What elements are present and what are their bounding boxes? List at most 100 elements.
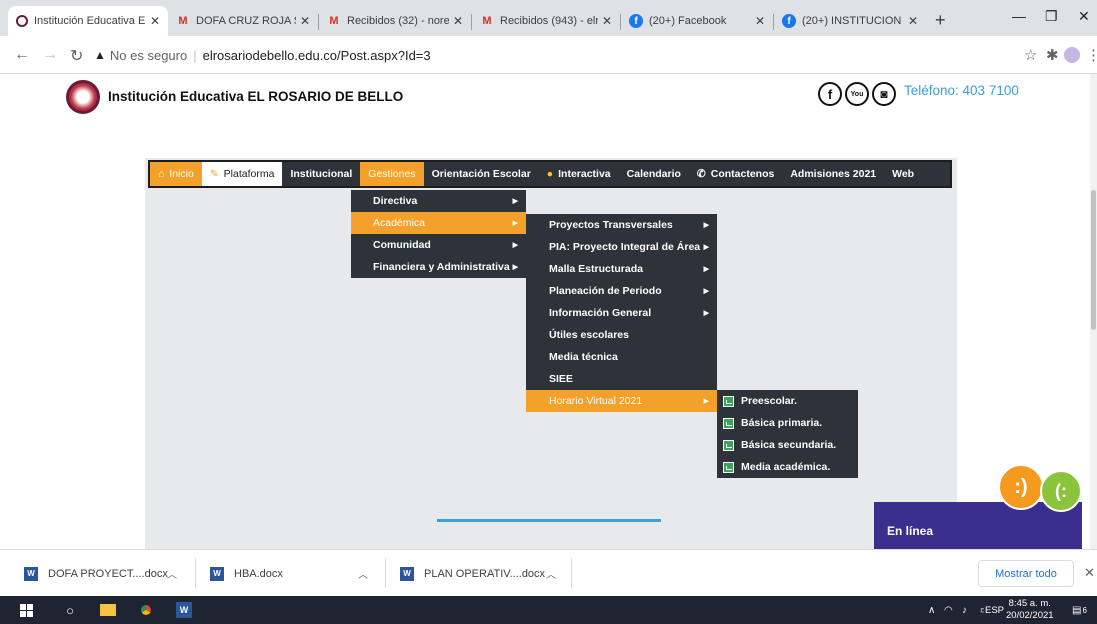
menu-item-comunidad[interactable]: Comunidad ▶	[351, 234, 526, 256]
search-circle-icon[interactable]: ○	[58, 596, 82, 624]
site-icon	[16, 15, 28, 27]
close-icon[interactable]: ✕	[150, 14, 160, 28]
file-explorer-icon[interactable]	[96, 596, 120, 624]
bookmark-star-icon[interactable]: ☆	[1024, 46, 1037, 64]
menu-label: Financiera y Administrativa	[373, 261, 510, 273]
tray-chevron-icon[interactable]: ∧	[928, 596, 935, 624]
nav-label: Inicio	[169, 168, 194, 180]
notification-count: 6	[1082, 605, 1087, 615]
arrow-right-icon: ▶	[512, 220, 518, 227]
nav-web[interactable]: Web	[884, 162, 922, 186]
instagram-icon[interactable]: ◙	[872, 82, 896, 106]
nav-label: Calendario	[626, 168, 681, 180]
menu-item-proyectos[interactable]: Proyectos Transversales ▶	[526, 214, 717, 236]
chevron-up-icon[interactable]: ︿	[546, 566, 556, 581]
omnibox[interactable]: ▲ No es seguro | elrosariodebello.edu.co…	[94, 42, 1024, 68]
back-icon[interactable]: ←	[14, 46, 30, 64]
menu-item-horario-virtual[interactable]: Horario Virtual 2021 ▶	[526, 390, 717, 412]
menu-label: Proyectos Transversales	[549, 219, 673, 231]
menu-item-media-tecnica[interactable]: Media técnica	[526, 346, 717, 368]
menu-item-preescolar[interactable]: Preescolar.	[717, 390, 858, 412]
youtube-icon[interactable]: You	[845, 82, 869, 106]
profile-avatar[interactable]	[1064, 47, 1080, 63]
menu-kebab-icon[interactable]: ⋮	[1086, 46, 1097, 64]
menu-item-basica-secundaria[interactable]: Básica secundaria.	[717, 434, 858, 456]
menu-label: SIEE	[549, 373, 573, 385]
restore-icon[interactable]: ❐	[1045, 8, 1058, 25]
facebook-icon[interactable]: f	[818, 82, 842, 106]
download-item[interactable]: W PLAN OPERATIV....docx ︿	[400, 550, 570, 597]
menu-item-pia[interactable]: PIA: Proyecto Integral de Área ▶	[526, 236, 717, 258]
chevron-up-icon[interactable]: ︿	[167, 566, 177, 581]
nav-interactiva[interactable]: ● Interactiva	[539, 162, 619, 186]
gmail-icon: M	[482, 15, 492, 27]
language-label[interactable]: ESP	[984, 596, 1006, 624]
reload-icon[interactable]: ↻	[70, 46, 83, 66]
menu-item-financiera[interactable]: Financiera y Administrativa ▶	[351, 256, 526, 278]
volume-icon[interactable]: ♪	[962, 596, 967, 624]
wifi-icon[interactable]: ◠	[944, 596, 953, 624]
menu-item-media-academica[interactable]: Media académica.	[717, 456, 858, 478]
forward-icon[interactable]: →	[42, 46, 58, 64]
show-all-button[interactable]: Mostrar todo	[978, 560, 1074, 587]
security-label[interactable]: No es seguro	[110, 48, 187, 63]
scrollbar-thumb[interactable]	[1091, 190, 1096, 330]
chrome-icon[interactable]	[134, 596, 158, 624]
windows-start-icon[interactable]	[14, 596, 38, 624]
tab-dofa[interactable]: M DOFA CRUZ ROJA SEM ✕	[168, 6, 318, 36]
chevron-up-icon[interactable]: ︿	[358, 566, 368, 581]
download-item[interactable]: W HBA.docx ︿	[210, 550, 375, 597]
document-icon	[723, 461, 734, 473]
chat-bubble-icon[interactable]: :)	[998, 464, 1044, 510]
close-icon[interactable]: ✕	[602, 14, 612, 28]
close-icon[interactable]: ✕	[755, 14, 765, 28]
word-taskbar-icon[interactable]: W	[172, 596, 196, 624]
nav-calendario[interactable]: Calendario	[619, 162, 689, 186]
tab-recibidos-943[interactable]: M Recibidos (943) - elrosa ✕	[472, 6, 620, 36]
new-tab-button[interactable]: +	[935, 10, 946, 31]
site-name[interactable]: Institución Educativa EL ROSARIO DE BELL…	[108, 89, 403, 104]
menu-label: Media técnica	[549, 351, 618, 363]
nav-inicio[interactable]: ⌂ Inicio	[150, 162, 202, 186]
extensions-icon[interactable]: ✱	[1046, 46, 1059, 64]
facebook-icon: f	[782, 14, 796, 28]
phone-icon: ✆	[696, 168, 706, 180]
menu-item-siee[interactable]: SIEE	[526, 368, 717, 390]
nav-orientacion-escolar[interactable]: Orientación Escolar	[424, 162, 539, 186]
tab-institucion[interactable]: Institución Educativa El ✕	[8, 6, 168, 36]
close-shelf-icon[interactable]: ✕	[1084, 565, 1095, 581]
nav-plataforma[interactable]: ✎ Plataforma	[201, 162, 283, 186]
arrow-right-icon: ▶	[512, 198, 518, 205]
menu-item-utiles[interactable]: Útiles escolares	[526, 324, 717, 346]
menu-item-planeacion[interactable]: Planeación de Periodo ▶	[526, 280, 717, 302]
school-logo[interactable]	[66, 80, 100, 114]
menu-item-malla[interactable]: Malla Estructurada ▶	[526, 258, 717, 280]
tab-institucion-fb[interactable]: f (20+) INSTITUCION ED ✕	[774, 6, 926, 36]
tab-recibidos-32[interactable]: M Recibidos (32) - noresp ✕	[319, 6, 471, 36]
menu-item-directiva[interactable]: Directiva ▶	[351, 190, 526, 212]
tab-facebook[interactable]: f (20+) Facebook ✕	[621, 6, 773, 36]
nav-institucional[interactable]: Institucional	[282, 162, 360, 186]
notifications-icon[interactable]: ▤ 6	[1072, 596, 1087, 624]
url-text[interactable]: elrosariodebello.edu.co/Post.aspx?Id=3	[203, 48, 431, 63]
close-icon[interactable]: ✕	[300, 14, 310, 28]
chat-bubble-icon[interactable]: (:	[1040, 470, 1082, 512]
warning-icon[interactable]: ▲	[94, 48, 106, 62]
date-text: 20/02/2021	[1006, 610, 1054, 621]
window-close-icon[interactable]: ✕	[1078, 8, 1090, 25]
nav-contactenos[interactable]: ✆ Contactenos	[689, 162, 782, 186]
bulb-icon: ●	[546, 168, 554, 180]
gmail-icon: M	[329, 15, 339, 27]
menu-item-basica-primaria[interactable]: Básica primaria.	[717, 412, 858, 434]
download-item[interactable]: W DOFA PROYECT....docx ︿	[24, 550, 184, 597]
nav-gestiones[interactable]: Gestiones	[360, 162, 424, 186]
home-icon: ⌂	[158, 168, 165, 180]
menu-item-academica[interactable]: Académica ▶	[351, 212, 526, 234]
menu-item-informacion[interactable]: Información General ▶	[526, 302, 717, 324]
close-icon[interactable]: ✕	[908, 14, 918, 28]
nav-admisiones[interactable]: Admisiones 2021	[782, 162, 884, 186]
minimize-icon[interactable]: —	[1012, 8, 1026, 24]
clock[interactable]: 8:45 a. m. 20/02/2021	[1006, 598, 1054, 622]
close-icon[interactable]: ✕	[453, 14, 463, 28]
document-icon	[723, 417, 734, 429]
